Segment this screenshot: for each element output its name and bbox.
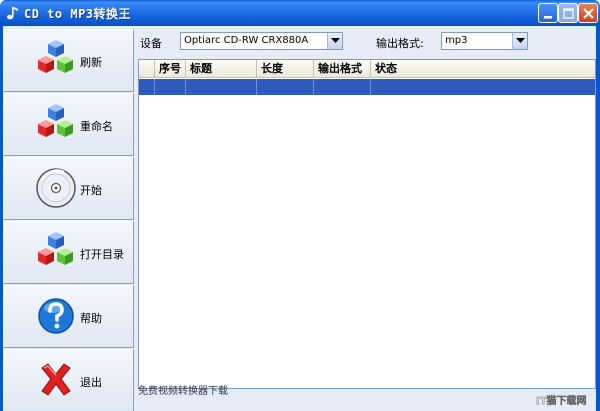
format-dropdown-button[interactable] [512, 33, 527, 49]
colored-cubes-icon [38, 232, 73, 265]
help-button[interactable]: 帮助 [3, 285, 134, 348]
refresh-button[interactable]: 刷新 [3, 29, 134, 92]
table-cell [155, 79, 186, 95]
output-format-value: mp3 [445, 35, 468, 46]
device-select[interactable]: Optiarc CD-RW CRX880A [180, 32, 343, 50]
table-cell [314, 79, 371, 95]
start-button[interactable]: 开始 [3, 157, 134, 220]
rename-label: 重命名 [80, 120, 113, 133]
table-cell [139, 79, 155, 95]
column-header-number[interactable]: 序号 [155, 60, 186, 78]
maximize-button[interactable] [558, 3, 578, 23]
chevron-down-icon [331, 38, 340, 43]
client-area: 刷新 重命名 开始 打开目录 帮助 退出 设备 Optiarc CD-RW CR… [3, 26, 596, 411]
close-button[interactable] [578, 3, 598, 23]
table-row[interactable] [139, 79, 595, 95]
title-bar[interactable]: CD to MP3转换王 [0, 0, 600, 26]
status-text[interactable]: 免费视频转换器下载 [138, 382, 228, 397]
table-cell [257, 79, 314, 95]
minimize-button[interactable] [538, 3, 558, 23]
column-header-output-format[interactable]: 输出格式 [314, 60, 371, 78]
track-list-header: 序号 标题 长度 输出格式 状态 [139, 60, 595, 78]
sidebar: 刷新 重命名 开始 打开目录 帮助 退出 [3, 29, 134, 411]
chevron-down-icon [516, 38, 525, 43]
column-header-check[interactable] [139, 60, 155, 78]
column-header-title[interactable]: 标题 [186, 60, 257, 78]
open-directory-button[interactable]: 打开目录 [3, 221, 134, 284]
colored-cubes-icon [38, 104, 73, 137]
exit-label: 退出 [80, 376, 102, 389]
music-note-icon [7, 7, 18, 20]
output-format-label: 输出格式: [376, 37, 424, 50]
column-header-status[interactable]: 状态 [371, 60, 595, 78]
device-dropdown-button[interactable] [327, 33, 342, 49]
svg-text:IT猫下载网: IT猫下载网 [536, 394, 587, 407]
help-label: 帮助 [80, 312, 102, 325]
watermark-logo: IT猫下载网 [536, 394, 587, 407]
help-question-icon [38, 298, 74, 334]
window-title: CD to MP3转换王 [24, 7, 132, 21]
exit-button[interactable]: 退出 [3, 349, 134, 411]
open-directory-label: 打开目录 [80, 248, 124, 261]
close-icon [583, 8, 594, 19]
device-select-value: Optiarc CD-RW CRX880A [184, 35, 309, 46]
refresh-label: 刷新 [80, 56, 102, 69]
rename-button[interactable]: 重命名 [3, 93, 134, 156]
red-x-icon [41, 363, 71, 396]
output-format-select[interactable]: mp3 [441, 32, 528, 50]
minimize-icon [544, 16, 552, 19]
window-frame-right [596, 26, 600, 411]
track-list[interactable]: 序号 标题 长度 输出格式 状态 [138, 59, 596, 389]
start-label: 开始 [80, 184, 102, 197]
cd-disc-icon [36, 168, 76, 208]
device-label: 设备 [140, 37, 162, 50]
table-cell [186, 79, 257, 95]
column-header-length[interactable]: 长度 [257, 60, 314, 78]
colored-cubes-icon [38, 40, 73, 73]
maximize-icon [563, 8, 574, 19]
